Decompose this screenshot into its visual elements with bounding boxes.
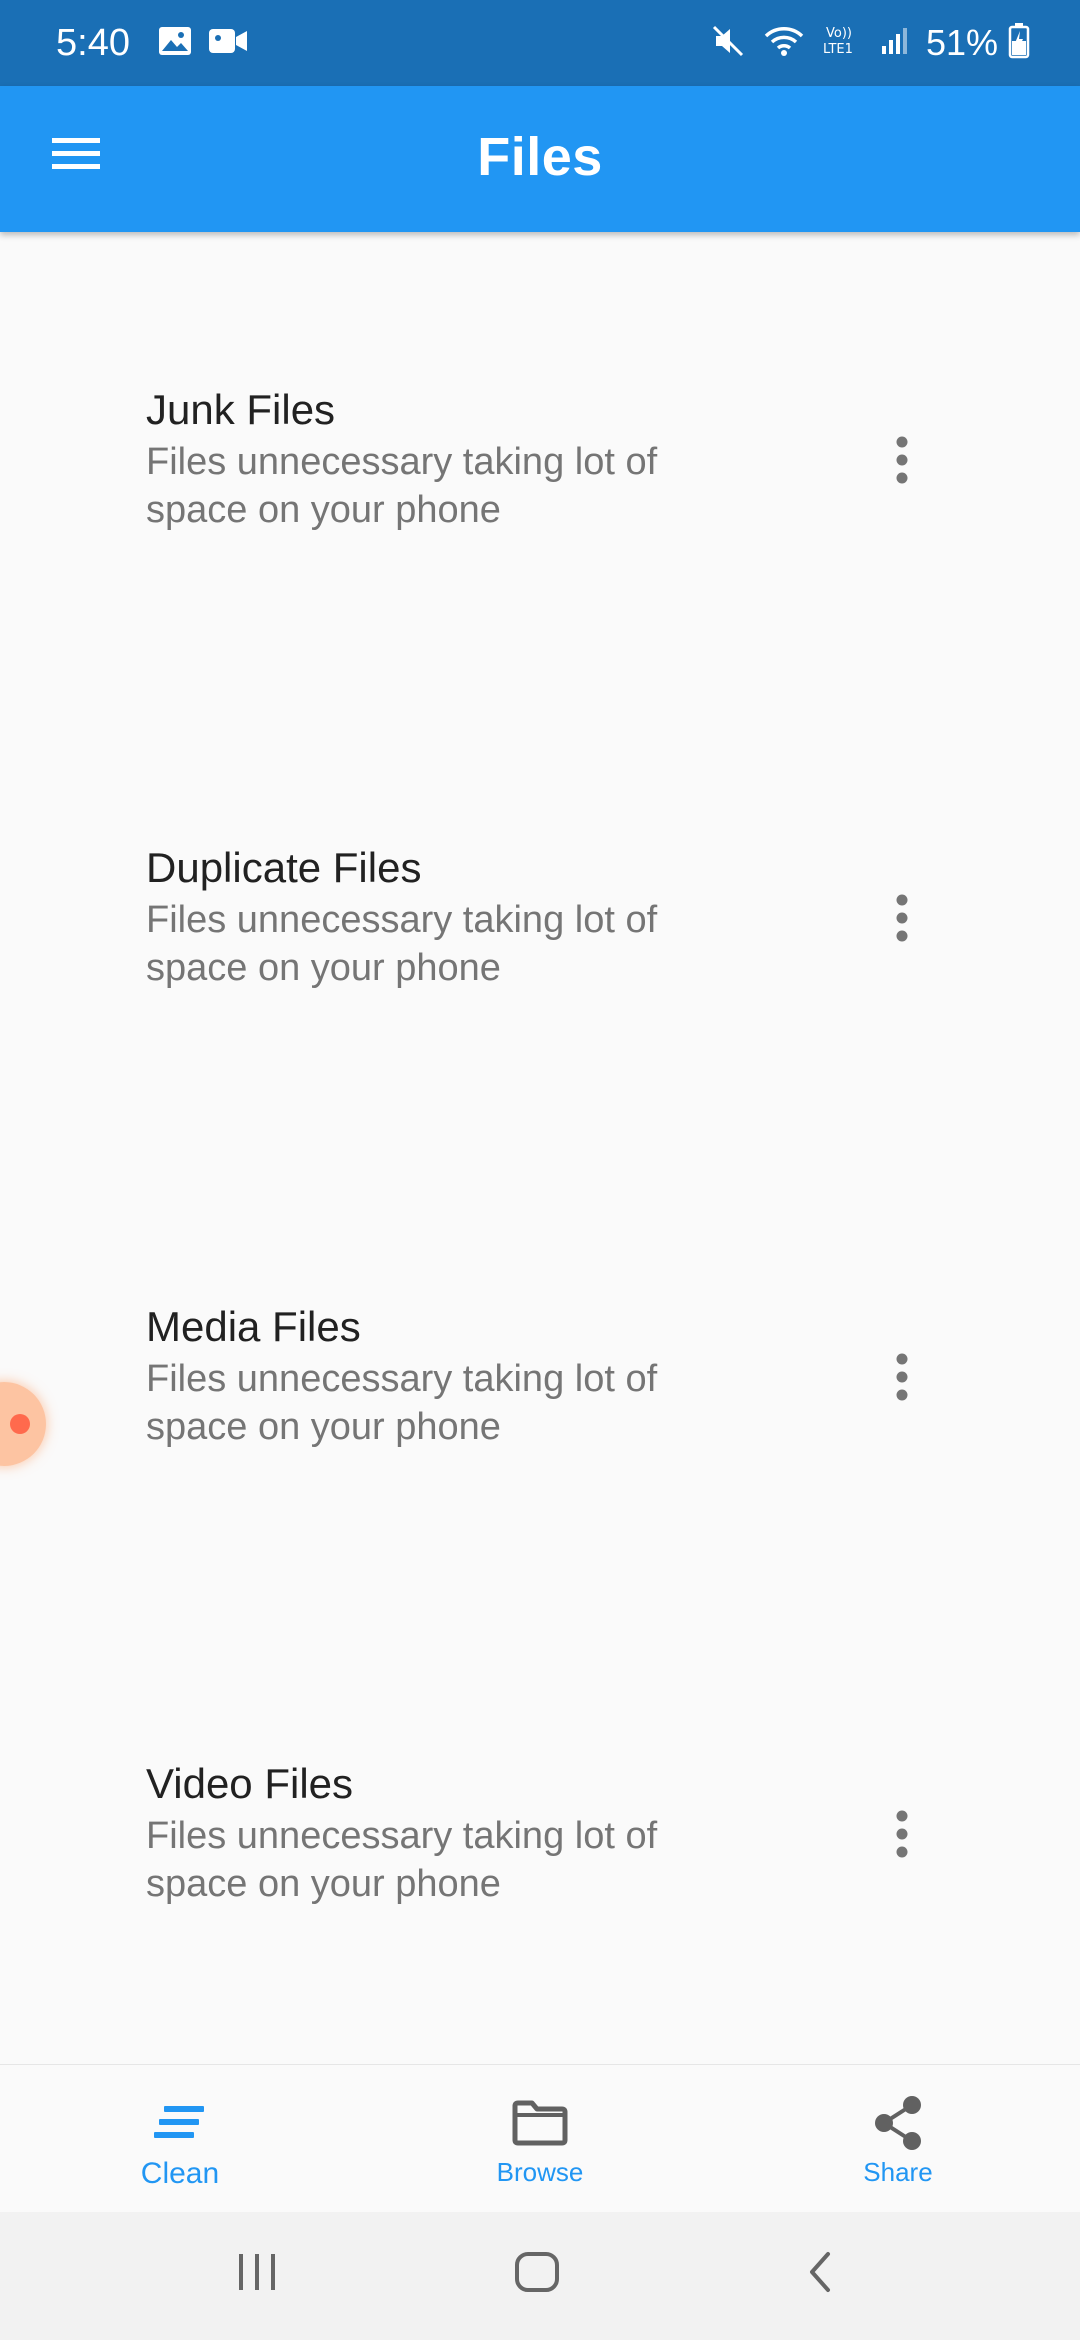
system-navigation-bar xyxy=(0,2212,1080,2340)
svg-text:Vo)): Vo)) xyxy=(826,26,852,41)
more-vert-icon xyxy=(894,436,910,489)
bottom-navigation: Clean Browse Share xyxy=(0,2064,1080,2213)
list-item-title: Video Files xyxy=(146,1760,354,1807)
list-item-subtitle: Files unnecessary taking lot of space on… xyxy=(146,1815,658,1905)
list-item-video-files[interactable]: Video Files Files unnecessary taking lot… xyxy=(0,1760,1080,2060)
clean-icon xyxy=(154,2095,206,2151)
back-icon xyxy=(804,2250,834,2299)
more-vert-icon xyxy=(894,1810,910,1863)
home-icon xyxy=(513,2250,561,2299)
back-button[interactable] xyxy=(774,2234,864,2314)
more-options-button[interactable] xyxy=(872,884,932,956)
nav-item-share[interactable]: Share xyxy=(778,2065,1018,2213)
list-item-subtitle: Files unnecessary taking lot of space on… xyxy=(146,899,658,989)
video-icon xyxy=(208,27,248,60)
recent-apps-button[interactable] xyxy=(212,2234,302,2314)
record-dot-icon xyxy=(10,1414,30,1434)
list-item-media-files[interactable]: Media Files Files unnecessary taking lot… xyxy=(0,1303,1080,1603)
recent-apps-icon xyxy=(235,2252,279,2297)
status-bar: 5:40 Vo)) LTE1 51% xyxy=(0,0,1080,86)
list-item-title: Media Files xyxy=(146,1303,361,1350)
signal-icon xyxy=(880,26,908,61)
more-vert-icon xyxy=(894,1353,910,1406)
wifi-icon xyxy=(764,24,804,63)
more-options-button[interactable] xyxy=(872,1800,932,1872)
list-item-title: Junk Files xyxy=(146,386,336,433)
nav-label-browse: Browse xyxy=(496,2157,584,2187)
list-item-subtitle: Files unnecessary taking lot of space on… xyxy=(146,1358,658,1448)
nav-item-clean[interactable]: Clean xyxy=(60,2065,300,2213)
nav-item-browse[interactable]: Browse xyxy=(420,2065,660,2213)
mute-icon xyxy=(710,23,746,64)
home-button[interactable] xyxy=(492,2234,582,2314)
more-options-button[interactable] xyxy=(872,426,932,498)
status-time: 5:40 xyxy=(56,21,130,64)
nav-label-share: Share xyxy=(863,2157,933,2187)
page-title: Files xyxy=(477,127,603,187)
list-item-title: Duplicate Files xyxy=(146,844,422,891)
nav-label-clean: Clean xyxy=(140,2157,220,2190)
folder-icon xyxy=(512,2095,568,2151)
gallery-icon xyxy=(158,26,192,61)
share-icon xyxy=(872,2095,924,2151)
battery-charging-icon xyxy=(1008,22,1030,64)
battery-percent: 51% xyxy=(925,22,998,63)
list-item-subtitle: Files unnecessary taking lot of space on… xyxy=(146,441,658,531)
svg-text:LTE1: LTE1 xyxy=(823,42,853,57)
more-vert-icon xyxy=(894,894,910,947)
list-item-junk-files[interactable]: Junk Files Files unnecessary taking lot … xyxy=(0,386,1080,686)
volte-lte-icon: Vo)) LTE1 xyxy=(822,23,862,64)
app-bar: Files xyxy=(0,86,1080,232)
list-item-duplicate-files[interactable]: Duplicate Files Files unnecessary taking… xyxy=(0,844,1080,1144)
more-options-button[interactable] xyxy=(872,1343,932,1415)
status-right: Vo)) LTE1 51% xyxy=(710,22,1030,64)
